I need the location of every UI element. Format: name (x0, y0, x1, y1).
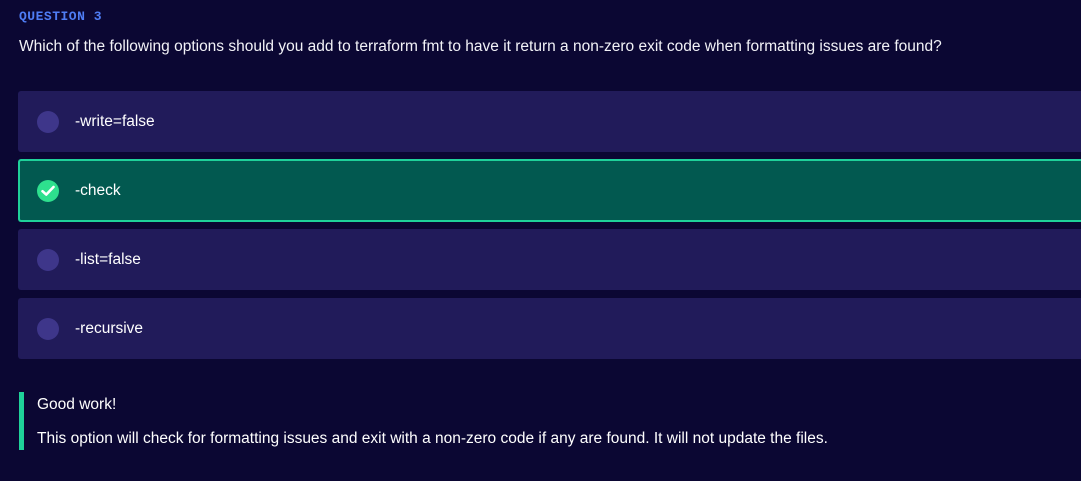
answer-option-list-false[interactable]: -list=false (18, 229, 1081, 290)
answer-option-label: -write=false (75, 112, 155, 130)
radio-circle-icon[interactable] (37, 248, 59, 271)
answer-option-label: -check (75, 181, 121, 199)
question-number: QUESTION 3 (19, 9, 103, 24)
feedback-explanation: This option will check for formatting is… (37, 430, 828, 447)
radio-circle-icon[interactable] (37, 110, 59, 133)
check-circle-icon[interactable] (37, 179, 59, 202)
answer-option-check[interactable]: -check (18, 159, 1081, 222)
question-text: Which of the following options should yo… (19, 38, 942, 55)
answer-option-label: -recursive (75, 319, 144, 337)
feedback-title: Good work! (37, 396, 117, 413)
answer-option-recursive[interactable]: -recursive (18, 298, 1081, 359)
answer-feedback: Good work! This option will check for fo… (19, 392, 1019, 450)
answer-option-label: -list=false (75, 250, 141, 268)
answer-options: -write=false -check -list=false -recursi… (18, 91, 1081, 367)
checkmark-icon (41, 185, 55, 196)
radio-circle-icon[interactable] (37, 317, 59, 340)
answer-option-write-false[interactable]: -write=false (18, 91, 1081, 152)
